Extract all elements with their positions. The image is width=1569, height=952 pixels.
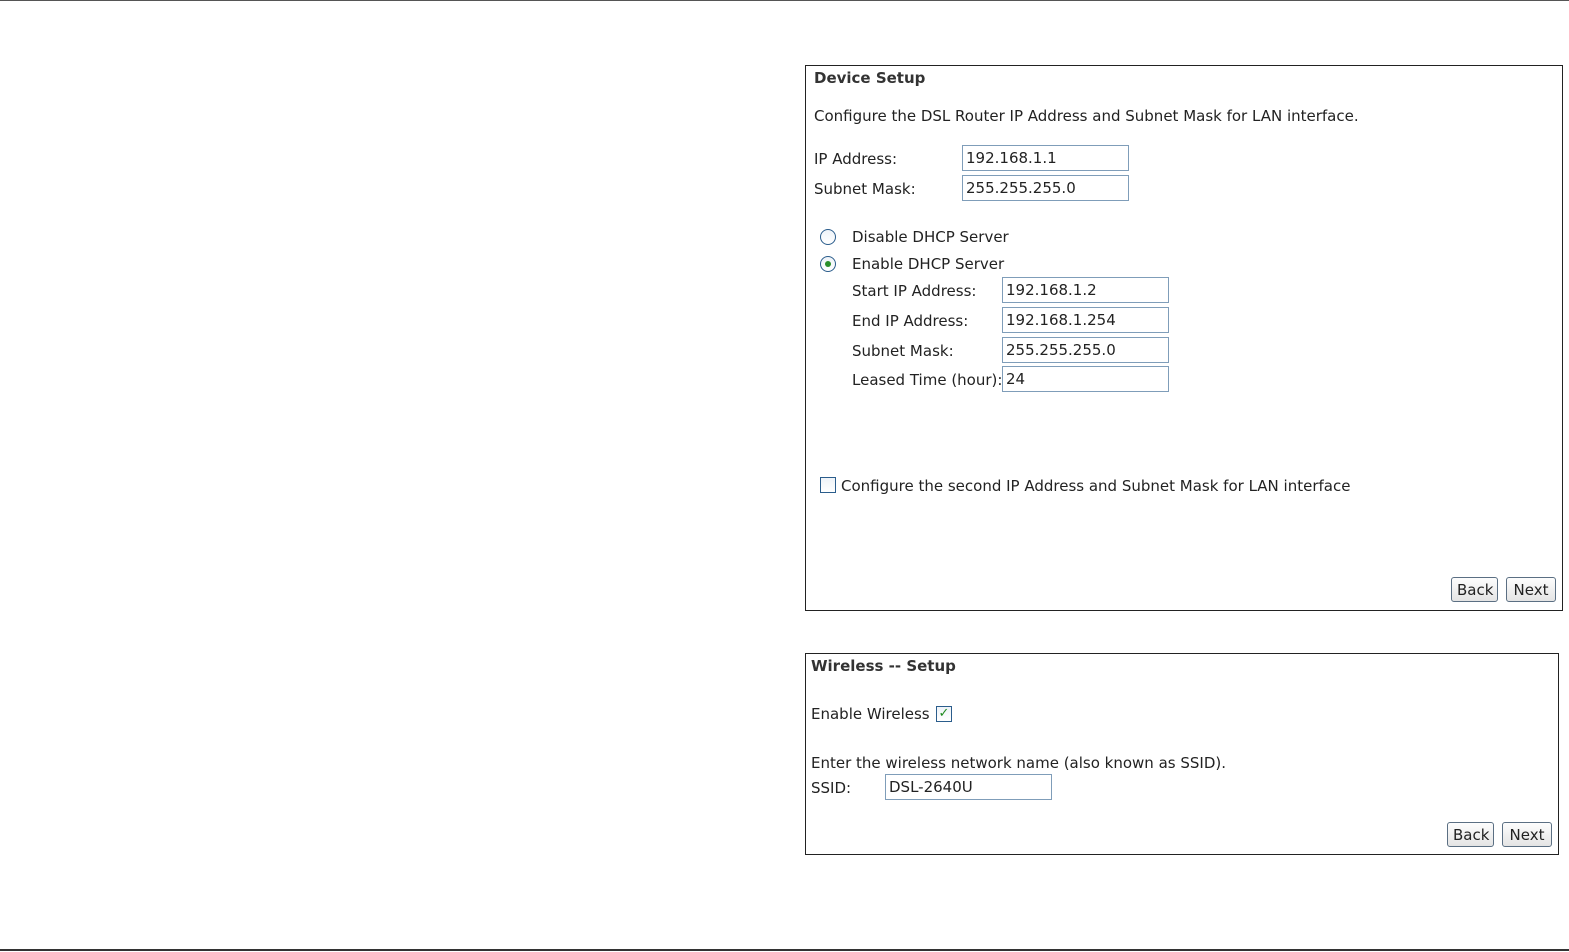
device-setup-title: Device Setup <box>814 69 926 87</box>
end-ip-input[interactable] <box>1002 307 1169 333</box>
ssid-description: Enter the wireless network name (also kn… <box>811 754 1226 772</box>
device-setup-description: Configure the DSL Router IP Address and … <box>814 107 1359 125</box>
enable-dhcp-radio[interactable] <box>820 256 836 272</box>
wireless-next-button[interactable]: Next <box>1502 822 1552 847</box>
second-ip-label: Configure the second IP Address and Subn… <box>841 477 1351 495</box>
start-ip-label: Start IP Address: <box>852 282 977 300</box>
device-setup-back-button[interactable]: Back <box>1451 577 1498 602</box>
dhcp-subnet-mask-label: Subnet Mask: <box>852 342 954 360</box>
top-divider <box>0 0 1569 1</box>
dhcp-subnet-mask-input[interactable] <box>1002 337 1169 363</box>
lease-time-input[interactable] <box>1002 366 1169 392</box>
bottom-divider <box>0 949 1569 951</box>
enable-dhcp-label: Enable DHCP Server <box>852 255 1005 273</box>
ip-address-label: IP Address: <box>814 150 898 168</box>
end-ip-label: End IP Address: <box>852 312 969 330</box>
device-setup-panel: Device Setup Configure the DSL Router IP… <box>805 65 1563 611</box>
ssid-input[interactable] <box>885 774 1052 800</box>
disable-dhcp-radio[interactable] <box>820 229 836 245</box>
subnet-mask-label: Subnet Mask: <box>814 180 916 198</box>
subnet-mask-input[interactable] <box>962 175 1129 201</box>
wireless-back-button[interactable]: Back <box>1447 822 1494 847</box>
enable-wireless-checkbox[interactable]: ✓ <box>936 706 952 722</box>
enable-wireless-label: Enable Wireless <box>811 705 930 723</box>
lease-time-label: Leased Time (hour): <box>852 371 1003 389</box>
checkmark-icon: ✓ <box>938 706 950 721</box>
device-setup-next-button[interactable]: Next <box>1506 577 1556 602</box>
wireless-setup-title: Wireless -- Setup <box>811 657 956 675</box>
ip-address-input[interactable] <box>962 145 1129 171</box>
start-ip-input[interactable] <box>1002 277 1169 303</box>
ssid-label: SSID: <box>811 779 852 797</box>
disable-dhcp-label: Disable DHCP Server <box>852 228 1009 246</box>
wireless-setup-panel: Wireless -- Setup Enable Wireless ✓ Ente… <box>805 653 1559 855</box>
page: Device Setup Configure the DSL Router IP… <box>0 0 1569 952</box>
second-ip-checkbox[interactable] <box>820 477 836 493</box>
